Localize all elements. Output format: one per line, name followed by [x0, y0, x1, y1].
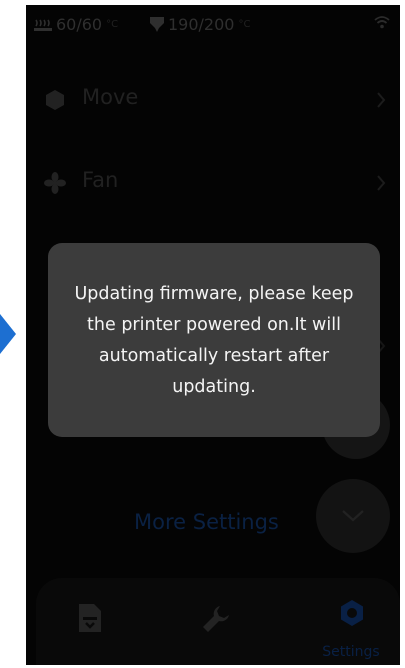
firmware-update-dialog: Updating firmware, please keep the print…: [48, 243, 380, 437]
device-frame: 60/60 °C 190/200 °C Move Fan More Settin…: [0, 0, 405, 668]
printer-screen: 60/60 °C 190/200 °C Move Fan More Settin…: [26, 5, 400, 665]
arrow-pointer-icon: [0, 314, 16, 354]
dialog-message: Updating firmware, please keep the print…: [74, 284, 354, 397]
